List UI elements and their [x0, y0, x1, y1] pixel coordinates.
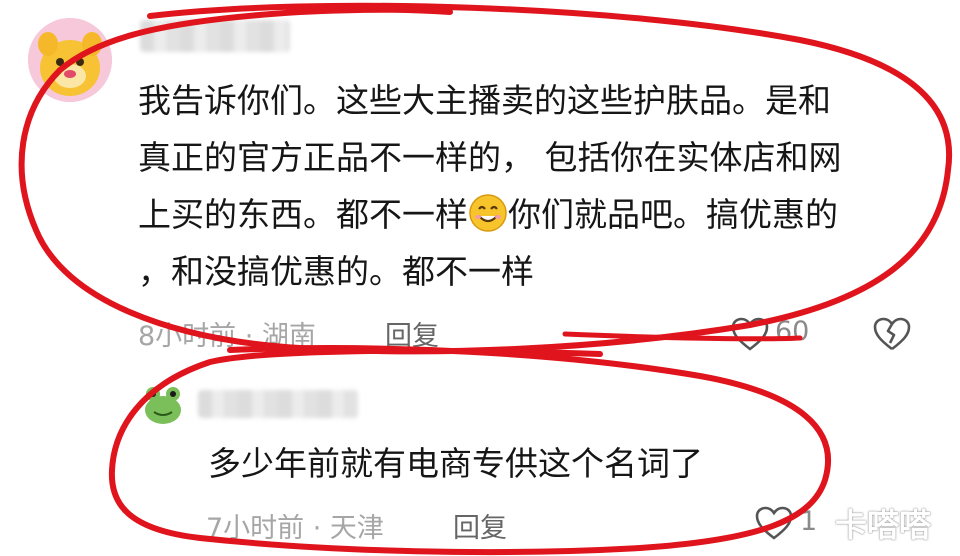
comment-meta: 7小时前 · 天津 — [206, 513, 384, 544]
username-blurred[interactable] — [140, 20, 290, 52]
comment-line: 真正的官方正品不一样的， 包括你在实体店和网 — [138, 138, 842, 177]
heart-icon[interactable] — [754, 505, 794, 541]
reply-button[interactable]: 回复 — [385, 314, 439, 353]
comment-body: 我告诉你们。这些大主播卖的这些护肤品。是和 真正的官方正品不一样的， 包括你在实… — [138, 72, 928, 300]
comment-body: 多少年前就有电商专供这个名词了 — [208, 444, 703, 483]
comment-line: 上买的东西。都不一样 你们就品吧。搞优惠的 — [138, 194, 838, 234]
like-count: 1 — [800, 506, 818, 537]
broken-heart-icon[interactable] — [872, 316, 912, 352]
watermark: 卡嗒嗒 — [835, 506, 932, 544]
avatar-image — [138, 378, 188, 428]
comment-line: 我告诉你们。这些大主播卖的这些护肤品。是和 — [138, 81, 831, 120]
heart-icon[interactable] — [730, 316, 770, 352]
like-count: 60 — [775, 316, 810, 347]
username-blurred[interactable] — [198, 390, 358, 418]
comment-line: ，和没搞优惠的。都不一样 — [138, 252, 534, 291]
avatar[interactable] — [28, 18, 112, 102]
smile-emoji-icon — [469, 194, 507, 232]
reply-button[interactable]: 回复 — [453, 506, 507, 545]
avatar[interactable] — [138, 378, 188, 428]
avatar-image — [28, 18, 112, 102]
comment-meta: 8小时前 · 湖南 — [138, 321, 316, 352]
